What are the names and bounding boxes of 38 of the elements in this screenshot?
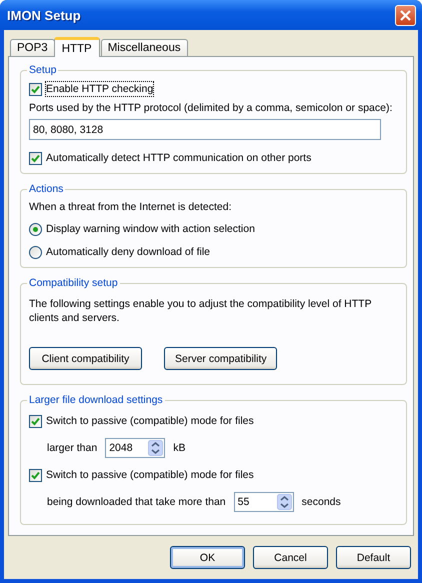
compatibility-button[interactable]: Server compatibility <box>164 347 277 370</box>
checkbox[interactable] <box>29 152 42 164</box>
field-label: being downloaded that take more than <box>47 496 226 508</box>
checkbox[interactable] <box>29 414 42 428</box>
unit-label: seconds <box>302 496 341 508</box>
number-field[interactable]: 2048 <box>105 438 166 458</box>
compatibility-button[interactable]: Client compatibility <box>29 347 142 370</box>
tab[interactable]: HTTP <box>54 37 100 57</box>
dialog-button[interactable]: Default <box>336 546 411 569</box>
group-legend: Larger file download settings <box>27 393 165 407</box>
window-title: IMON Setup <box>7 8 81 22</box>
group-legend: Compatibility setup <box>27 276 120 290</box>
spin-arrows-icon <box>148 440 164 456</box>
dialog-button[interactable]: Cancel <box>253 546 328 569</box>
field-label: Ports used by the HTTP protocol (delimited by a comma, semicolon or space): <box>29 102 394 114</box>
spin-arrows-icon <box>276 494 292 510</box>
number-field[interactable]: 55 <box>234 492 294 512</box>
checkbox-label: Enable HTTP checking <box>46 82 154 96</box>
dialog-button[interactable]: OK <box>170 546 245 569</box>
radio-label: Automatically deny download of file <box>46 245 210 259</box>
checkbox-label: Switch to passive (compatible) mode for files <box>46 468 254 482</box>
radio-label: Display warning window with action selection <box>46 222 255 236</box>
field-label: larger than <box>47 442 98 454</box>
close-icon <box>400 10 411 20</box>
prompt-text: When a threat from the Internet is detected: <box>29 201 233 213</box>
checkbox[interactable] <box>29 82 42 96</box>
radio-button[interactable] <box>29 246 42 258</box>
unit-label: kB <box>173 442 186 454</box>
tab[interactable]: Miscellaneous <box>100 39 188 56</box>
ports-field[interactable]: 80, 8080, 3128 <box>29 119 381 140</box>
group-legend: Setup <box>27 63 58 77</box>
radio-button[interactable] <box>29 222 42 236</box>
close-button[interactable] <box>395 4 416 26</box>
checkbox-label: Switch to passive (compatible) mode for files <box>46 414 254 428</box>
tab[interactable]: POP3 <box>10 39 55 56</box>
checkbox-label: Automatically detect HTTP communication on other ports <box>46 151 312 165</box>
checkbox[interactable] <box>29 468 42 482</box>
description-text: The following settings enable you to adjust the compatibility level of HTTP clients and servers. <box>29 297 372 325</box>
